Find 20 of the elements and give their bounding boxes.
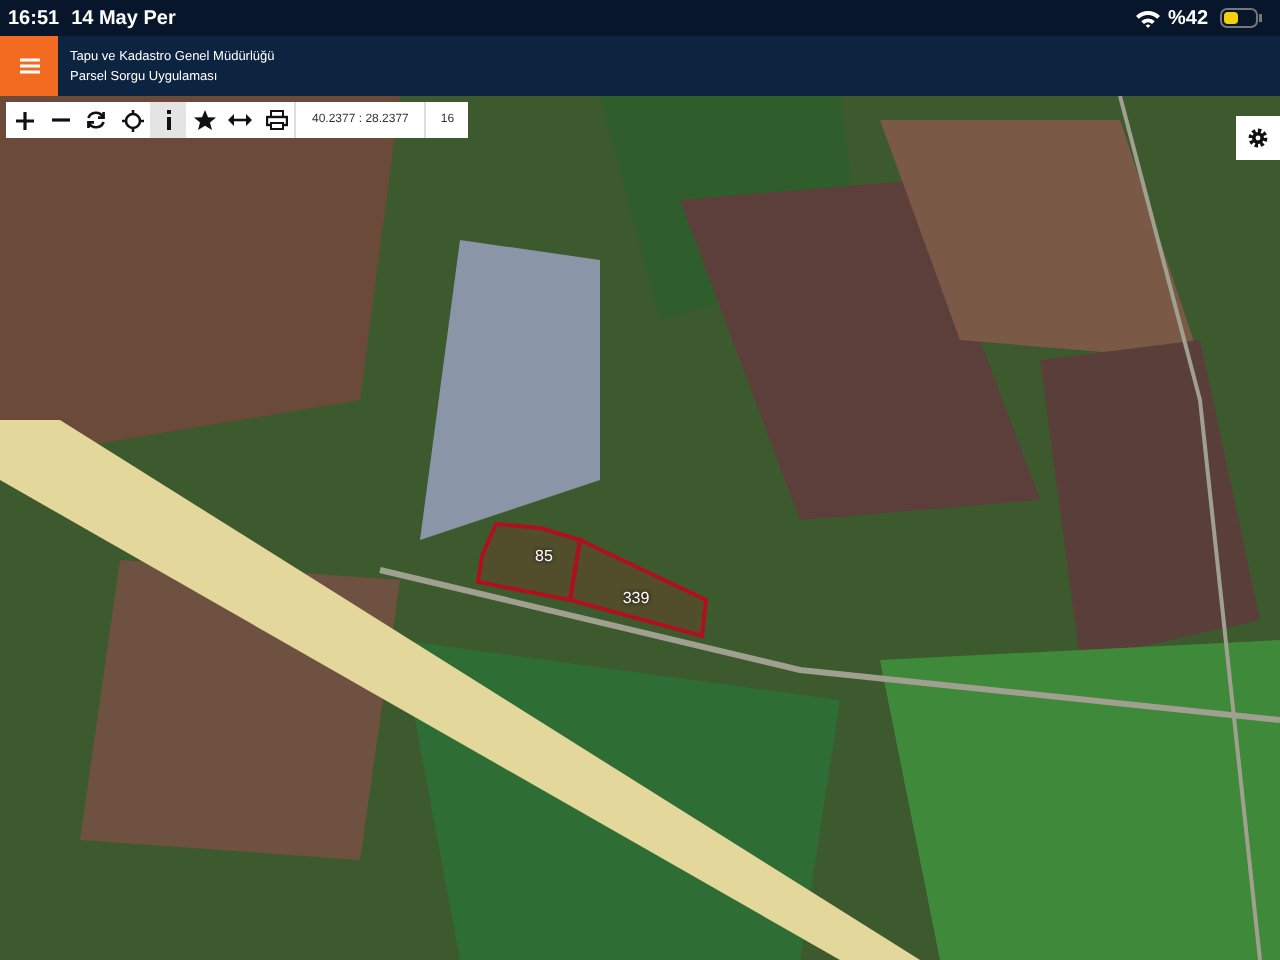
- settings-icon: [1246, 126, 1270, 150]
- print-icon: [265, 110, 287, 130]
- parcel-number: 339: [622, 589, 650, 607]
- settings-button[interactable]: [1236, 116, 1280, 160]
- wifi-icon: [1135, 9, 1160, 27]
- parcel-number: 85: [535, 547, 553, 565]
- info-icon: [165, 110, 171, 130]
- refresh-icon: [86, 110, 106, 130]
- minus-icon: [51, 118, 69, 122]
- crosshair-icon: [121, 109, 143, 131]
- info-button[interactable]: [150, 102, 186, 138]
- menu-icon: [19, 58, 39, 74]
- parcel-outline[interactable]: [475, 521, 583, 603]
- status-time: 16:51: [8, 7, 60, 29]
- battery-icon: [1220, 8, 1264, 28]
- status-date: 14 May Per: [71, 7, 176, 29]
- battery-percent: %42: [1167, 7, 1208, 29]
- plus-icon: [15, 111, 33, 129]
- double-arrow-icon: [228, 114, 252, 126]
- star-icon: [193, 110, 215, 130]
